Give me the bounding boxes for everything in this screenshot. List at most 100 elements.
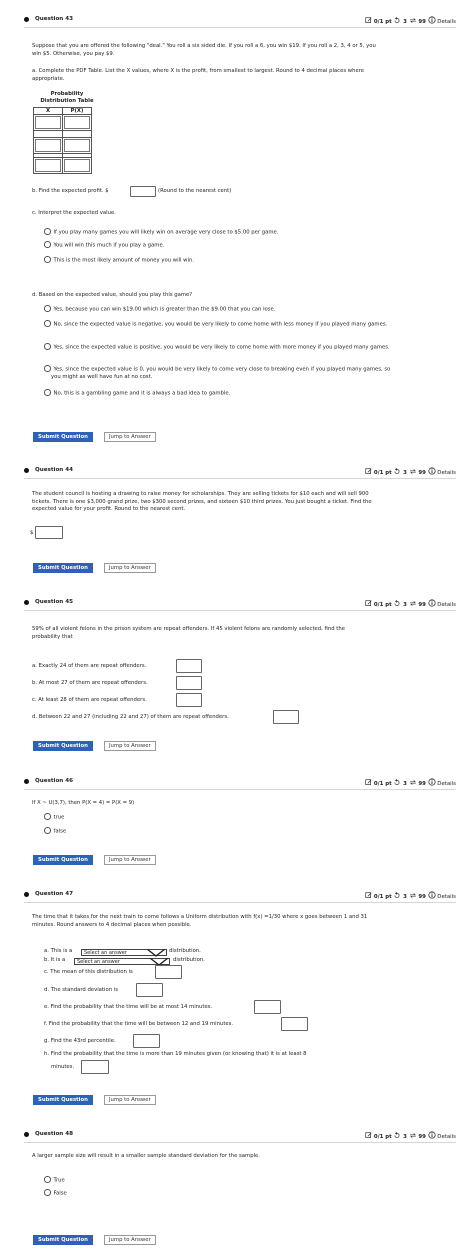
radio-option-false[interactable]: false bbox=[44, 827, 66, 836]
x-input[interactable] bbox=[35, 139, 61, 152]
expected-value-input[interactable] bbox=[35, 526, 63, 539]
question-text: The time that it takes for the next trai… bbox=[32, 914, 368, 928]
details-link[interactable]: Details bbox=[437, 470, 456, 476]
radio-option[interactable]: No, this is a gambling game and it is al… bbox=[44, 389, 384, 398]
part-e-input[interactable] bbox=[254, 1000, 281, 1014]
submit-question-button[interactable]: Submit Question bbox=[33, 432, 93, 442]
radio-option[interactable]: Yes, since the expected value is 0, you … bbox=[44, 365, 391, 381]
radio-button[interactable] bbox=[44, 389, 51, 396]
tries-icon bbox=[409, 1133, 416, 1138]
expected-profit-input[interactable] bbox=[130, 186, 156, 197]
radio-button[interactable] bbox=[44, 305, 51, 312]
radio-option[interactable]: No, since the expected value is negative… bbox=[44, 320, 391, 329]
info-icon[interactable] bbox=[427, 1131, 436, 1139]
radio-button[interactable] bbox=[44, 365, 51, 372]
radio-button[interactable] bbox=[44, 827, 51, 834]
submit-question-button[interactable]: Submit Question bbox=[33, 855, 93, 865]
edit-icon bbox=[365, 468, 372, 474]
radio-option[interactable]: You will win this much if you play a gam… bbox=[44, 241, 364, 250]
x-input[interactable] bbox=[35, 159, 61, 172]
part-d-input[interactable] bbox=[273, 710, 299, 724]
details-link[interactable]: Details bbox=[437, 894, 456, 900]
radio-option-true[interactable]: True bbox=[44, 1176, 65, 1185]
px-input[interactable] bbox=[64, 139, 90, 152]
details-link[interactable]: Details bbox=[437, 602, 456, 608]
radio-button[interactable] bbox=[44, 813, 51, 820]
part-c-text: c. At least 28 of them are repeat offend… bbox=[32, 697, 147, 703]
part-a-text: a. This is a bbox=[44, 948, 73, 954]
part-g-text: g. Find the 43rd percentile. bbox=[44, 1038, 116, 1044]
x-input[interactable] bbox=[35, 116, 61, 129]
retry-icon bbox=[394, 600, 400, 606]
edit-icon bbox=[365, 779, 372, 785]
std-dev-input[interactable] bbox=[136, 983, 163, 997]
radio-button[interactable] bbox=[44, 320, 51, 327]
jump-to-answer-button[interactable]: Jump to Answer bbox=[104, 1095, 156, 1105]
jump-to-answer-button[interactable]: Jump to Answer bbox=[104, 855, 156, 865]
jump-to-answer-button[interactable]: Jump to Answer bbox=[104, 1235, 156, 1245]
details-link[interactable]: Details bbox=[437, 1134, 456, 1140]
radio-button[interactable] bbox=[44, 1189, 51, 1196]
question-46-header: Question 46 0/1 pt 3 99 Details bbox=[24, 777, 456, 787]
part-f-input[interactable] bbox=[281, 1017, 308, 1031]
part-a-text: a. Exactly 24 of them are repeat offende… bbox=[32, 663, 147, 669]
question-meta: 0/1 pt 3 99 Details bbox=[365, 778, 456, 787]
bullet-icon bbox=[24, 17, 29, 22]
px-input[interactable] bbox=[64, 159, 90, 172]
submit-question-button[interactable]: Submit Question bbox=[33, 1095, 93, 1105]
part-b-input[interactable] bbox=[176, 676, 202, 690]
question-45-header: Question 45 0/1 pt 3 99 Details bbox=[24, 598, 456, 608]
info-icon[interactable] bbox=[427, 778, 436, 786]
info-icon[interactable] bbox=[427, 599, 436, 607]
column-header-x: X bbox=[33, 107, 63, 115]
submit-question-button[interactable]: Submit Question bbox=[33, 741, 93, 751]
info-icon[interactable] bbox=[427, 891, 436, 899]
part-a-text: a. Complete the PDF Table. List the X va… bbox=[32, 68, 365, 82]
distribution-kind-select[interactable]: Select an answer bbox=[74, 958, 170, 966]
radio-button[interactable] bbox=[44, 256, 51, 263]
question-title: Question 44 bbox=[35, 467, 74, 473]
details-link[interactable]: Details bbox=[437, 19, 456, 25]
info-icon[interactable] bbox=[427, 16, 436, 24]
radio-option-false[interactable]: False bbox=[44, 1189, 67, 1198]
question-text: If X ~ U(3,7), then P(X = 4) = P(X = 9) bbox=[32, 800, 135, 806]
part-a-input[interactable] bbox=[176, 659, 202, 673]
part-h-input[interactable] bbox=[81, 1060, 109, 1074]
radio-button[interactable] bbox=[44, 241, 51, 248]
question-title: Question 43 bbox=[35, 16, 74, 22]
radio-option-true[interactable]: true bbox=[44, 813, 64, 822]
details-link[interactable]: Details bbox=[437, 781, 456, 787]
radio-option[interactable]: Yes, because you can win $19.00 which is… bbox=[44, 305, 384, 314]
px-input[interactable] bbox=[64, 116, 90, 129]
retry-icon bbox=[394, 892, 400, 898]
jump-to-answer-button[interactable]: Jump to Answer bbox=[104, 563, 156, 573]
mean-input[interactable] bbox=[155, 965, 182, 979]
jump-to-answer-button[interactable]: Jump to Answer bbox=[104, 741, 156, 751]
divider bbox=[24, 902, 456, 903]
submit-question-button[interactable]: Submit Question bbox=[33, 563, 93, 573]
edit-icon bbox=[365, 17, 372, 23]
radio-option[interactable]: Yes, since the expected value is positiv… bbox=[44, 343, 391, 352]
radio-button[interactable] bbox=[44, 1176, 51, 1183]
part-c-input[interactable] bbox=[176, 693, 202, 707]
part-b-text: b. At most 27 of them are repeat offende… bbox=[32, 680, 148, 686]
distribution-type-select[interactable]: Select an answer bbox=[81, 949, 167, 957]
radio-button[interactable] bbox=[44, 228, 51, 235]
percentile-input[interactable] bbox=[133, 1034, 160, 1048]
info-icon[interactable] bbox=[427, 467, 436, 475]
radio-option[interactable]: If you play many games you will likely w… bbox=[44, 228, 364, 237]
chevron-down-icon bbox=[146, 949, 166, 957]
divider bbox=[24, 27, 456, 28]
submit-question-button[interactable]: Submit Question bbox=[33, 1235, 93, 1245]
part-b-suffix: distribution. bbox=[173, 957, 205, 963]
column-header-px: P(X) bbox=[62, 107, 92, 115]
part-d-text: d. The standard deviation is bbox=[44, 987, 118, 993]
retry-icon bbox=[394, 17, 400, 23]
part-h-text-cont: minutes. bbox=[51, 1064, 75, 1070]
question-meta: 0/1 pt 3 99 Details bbox=[365, 599, 456, 608]
radio-option[interactable]: This is the most likely amount of money … bbox=[44, 256, 364, 265]
radio-button[interactable] bbox=[44, 343, 51, 350]
divider bbox=[24, 1142, 456, 1143]
tries-icon bbox=[409, 601, 416, 606]
jump-to-answer-button[interactable]: Jump to Answer bbox=[104, 432, 156, 442]
